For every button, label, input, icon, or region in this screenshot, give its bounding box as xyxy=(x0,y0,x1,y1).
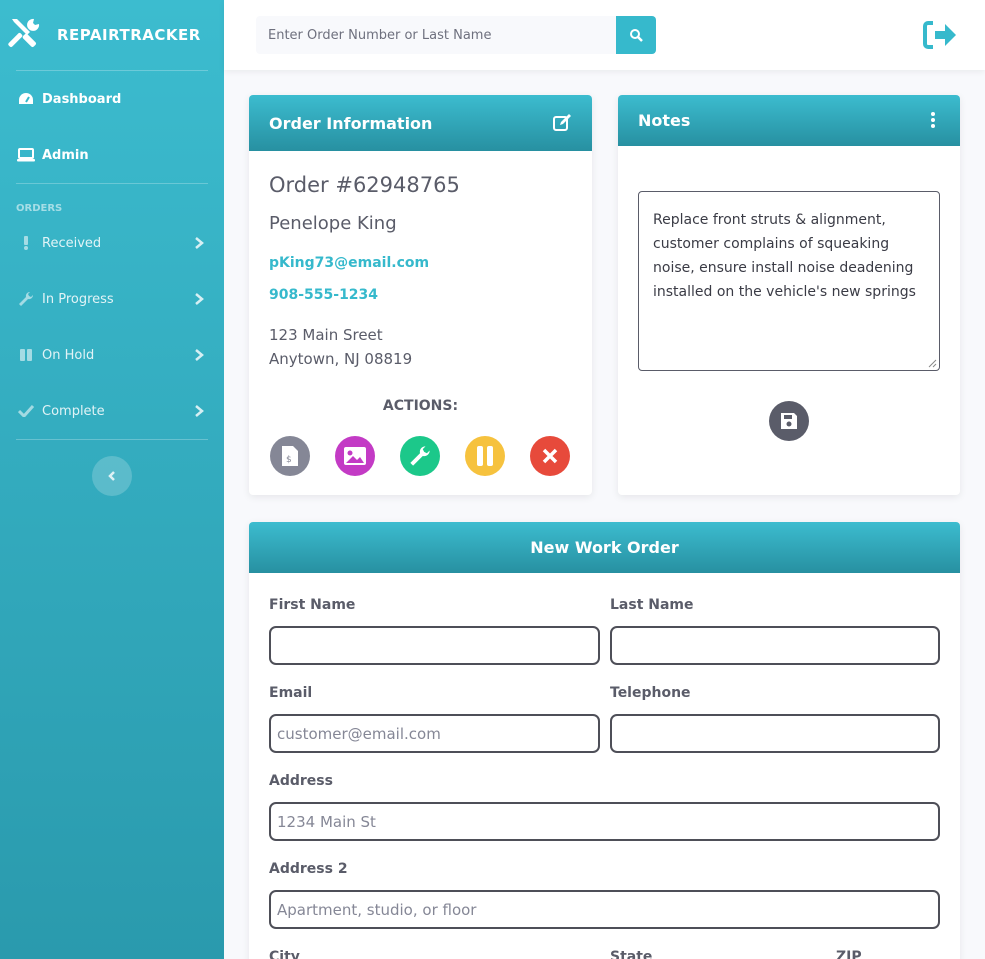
sidebar-item-label: Dashboard xyxy=(42,91,122,107)
sidebar: REPAIRTRACKER Dashboard Admin ORDERS Rec… xyxy=(0,0,224,959)
sidebar-toggle-button[interactable] xyxy=(92,456,132,496)
save-notes-button[interactable] xyxy=(769,401,809,441)
chevron-right-icon xyxy=(195,349,204,361)
search-button[interactable] xyxy=(616,16,656,54)
sidebar-item-in-progress[interactable]: In Progress xyxy=(0,271,224,327)
tachometer-icon xyxy=(17,90,35,108)
sidebar-item-on-hold[interactable]: On Hold xyxy=(0,327,224,383)
email-field[interactable]: customer@email.com xyxy=(269,714,600,753)
address2-placeholder: Apartment, studio, or floor xyxy=(277,900,477,919)
wrench-icon xyxy=(17,290,35,308)
search-input[interactable]: Enter Order Number or Last Name xyxy=(256,16,616,54)
notes-card: Notes Replace front struts & alignment, … xyxy=(618,95,960,495)
card-title: New Work Order xyxy=(530,538,679,557)
email-label: Email xyxy=(269,685,313,701)
first-name-field[interactable] xyxy=(269,626,600,665)
customer-name: Penelope King xyxy=(269,213,397,234)
customer-address-line1: 123 Main Sreet xyxy=(269,326,383,344)
chevron-right-icon xyxy=(195,293,204,305)
customer-phone-link[interactable]: 908-555-1234 xyxy=(269,287,378,303)
order-number: Order #62948765 xyxy=(269,173,460,197)
resize-grip-icon[interactable] xyxy=(928,359,937,368)
address-placeholder: 1234 Main St xyxy=(277,812,376,831)
card-title: Notes xyxy=(638,111,691,130)
sidebar-item-label: Admin xyxy=(42,147,89,163)
pause-button[interactable] xyxy=(465,436,505,476)
chevron-left-icon xyxy=(108,471,115,481)
last-name-field[interactable] xyxy=(610,626,940,665)
address2-field[interactable]: Apartment, studio, or floor xyxy=(269,890,940,929)
sidebar-item-received[interactable]: Received xyxy=(0,215,224,271)
city-label: City xyxy=(269,949,300,959)
chevron-right-icon xyxy=(195,405,204,417)
tools-icon xyxy=(8,16,42,54)
check-icon xyxy=(17,402,35,420)
sidebar-item-admin[interactable]: Admin xyxy=(0,127,224,183)
card-title: Order Information xyxy=(269,113,433,133)
email-placeholder: customer@email.com xyxy=(277,724,441,743)
notes-text: Replace front struts & alignment, custom… xyxy=(653,212,916,300)
new-work-order-card: New Work Order First Name Last Name Emai… xyxy=(249,522,960,959)
address2-label: Address 2 xyxy=(269,861,348,877)
invoice-button[interactable]: $ xyxy=(270,436,310,476)
notes-textarea[interactable]: Replace front struts & alignment, custom… xyxy=(638,191,940,371)
more-vertical-icon[interactable] xyxy=(930,110,936,130)
edit-icon[interactable] xyxy=(552,113,572,133)
sidebar-item-label: On Hold xyxy=(42,347,95,363)
zip-label: ZIP xyxy=(836,949,862,959)
search-placeholder: Enter Order Number or Last Name xyxy=(268,27,492,43)
close-icon xyxy=(542,448,558,464)
card-header: New Work Order xyxy=(249,522,960,573)
sidebar-item-label: In Progress xyxy=(42,291,114,307)
cancel-order-button[interactable] xyxy=(530,436,570,476)
customer-address-line2: Anytown, NJ 08819 xyxy=(269,350,413,368)
laptop-icon xyxy=(17,146,35,164)
search-icon xyxy=(630,29,643,42)
save-icon xyxy=(781,413,797,429)
svg-text:$: $ xyxy=(286,455,292,465)
orders-heading: ORDERS xyxy=(16,203,63,214)
first-name-label: First Name xyxy=(269,597,356,613)
image-button[interactable] xyxy=(335,436,375,476)
address-label: Address xyxy=(269,773,333,789)
divider xyxy=(16,439,208,440)
last-name-label: Last Name xyxy=(610,597,694,613)
topbar: Enter Order Number or Last Name xyxy=(224,0,985,70)
brand[interactable]: REPAIRTRACKER xyxy=(0,0,224,70)
telephone-label: Telephone xyxy=(610,685,691,701)
sidebar-item-dashboard[interactable]: Dashboard xyxy=(0,71,224,127)
exclamation-icon xyxy=(17,234,35,252)
sidebar-item-label: Received xyxy=(42,235,102,251)
telephone-field[interactable] xyxy=(610,714,940,753)
actions-label: ACTIONS: xyxy=(382,398,459,414)
chevron-right-icon xyxy=(195,237,204,249)
image-icon xyxy=(344,447,366,465)
sidebar-item-complete[interactable]: Complete xyxy=(0,383,224,439)
wrench-icon xyxy=(410,446,430,466)
sidebar-item-label: Complete xyxy=(42,403,105,419)
card-header: Notes xyxy=(618,95,960,146)
address-field[interactable]: 1234 Main St xyxy=(269,802,940,841)
state-label: State xyxy=(610,949,653,959)
customer-email-link[interactable]: pKing73@email.com xyxy=(269,255,429,271)
invoice-icon: $ xyxy=(282,446,298,466)
logout-icon[interactable] xyxy=(923,20,957,50)
pause-icon xyxy=(477,446,493,466)
card-header: Order Information xyxy=(249,95,592,151)
order-information-card: Order Information Order #62948765 Penelo… xyxy=(249,95,592,495)
brand-name: REPAIRTRACKER xyxy=(57,26,201,44)
wrench-button[interactable] xyxy=(400,436,440,476)
pause-icon xyxy=(17,346,35,364)
